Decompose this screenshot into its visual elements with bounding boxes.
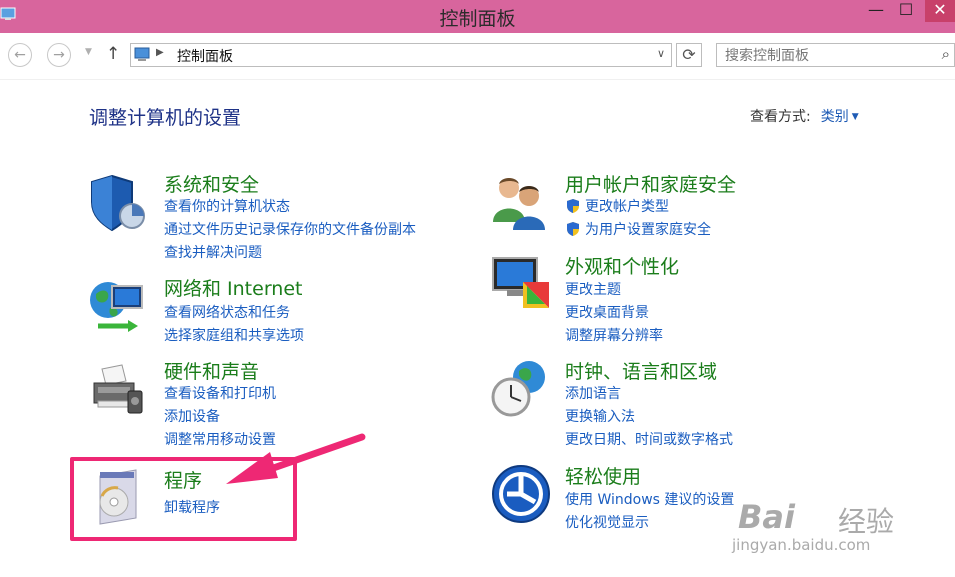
link-view-computer-status[interactable]: 查看你的计算机状态: [164, 196, 290, 216]
link-optimize-visual-display[interactable]: 优化视觉显示: [565, 512, 649, 532]
link-change-input-method[interactable]: 更换输入法: [565, 406, 635, 426]
printer-icon[interactable]: [88, 357, 152, 421]
navigation-bar: ← → ▼ ↑ ▶ 控制面板 ∨ ⟳ ⌕: [0, 33, 955, 80]
breadcrumb-separator-icon[interactable]: ▶: [156, 47, 164, 58]
link-network-status[interactable]: 查看网络状态和任务: [164, 302, 290, 322]
category-title[interactable]: 外观和个性化: [565, 252, 679, 279]
close-button[interactable]: ✕: [925, 0, 955, 22]
address-dropdown-icon[interactable]: ∨: [657, 47, 665, 60]
link-change-theme[interactable]: 更改主题: [565, 279, 621, 299]
link-homegroup[interactable]: 选择家庭组和共享选项: [164, 325, 304, 345]
search-input[interactable]: [723, 46, 927, 66]
category-title[interactable]: 硬件和声音: [164, 357, 259, 384]
view-by: 查看方式: 类别 ▼: [750, 106, 859, 126]
clock-globe-icon[interactable]: [489, 357, 553, 421]
window-title: 控制面板: [439, 8, 516, 30]
link-windows-recommended-settings[interactable]: 使用 Windows 建议的设置: [565, 489, 734, 509]
link-text[interactable]: 更改帐户类型: [585, 199, 669, 215]
link-change-account-type[interactable]: 更改帐户类型: [565, 196, 669, 216]
refresh-button[interactable]: ⟳: [676, 43, 702, 67]
link-family-safety[interactable]: 为用户设置家庭安全: [565, 219, 711, 239]
uac-shield-icon: [567, 222, 579, 236]
category-title[interactable]: 时钟、语言和区域: [565, 357, 717, 384]
view-by-dropdown[interactable]: 类别: [821, 109, 849, 125]
link-file-history[interactable]: 通过文件历史记录保存你的文件备份副本: [164, 219, 416, 239]
search-box[interactable]: ⌕: [716, 43, 955, 67]
category-title[interactable]: 用户帐户和家庭安全: [565, 170, 736, 197]
link-add-language[interactable]: 添加语言: [565, 383, 621, 403]
title-bar: 控制面板 — ☐ ✕: [0, 0, 955, 33]
recent-locations-chevron-icon[interactable]: ▼: [85, 47, 92, 57]
shield-icon[interactable]: [88, 170, 152, 234]
link-text[interactable]: 为用户设置家庭安全: [585, 222, 711, 238]
link-troubleshoot[interactable]: 查找并解决问题: [164, 242, 262, 262]
link-mobility-settings[interactable]: 调整常用移动设置: [164, 429, 276, 449]
control-panel-icon: [134, 47, 150, 61]
link-add-device[interactable]: 添加设备: [164, 406, 220, 426]
uac-shield-icon: [567, 199, 579, 213]
appearance-icon[interactable]: [489, 252, 553, 316]
link-screen-resolution[interactable]: 调整屏幕分辨率: [565, 325, 663, 345]
ease-of-access-icon[interactable]: [489, 462, 553, 526]
users-icon[interactable]: [489, 170, 553, 234]
watermark-brand-cn: 经验: [838, 505, 895, 538]
category-title[interactable]: 系统和安全: [164, 170, 259, 197]
category-title[interactable]: 轻松使用: [565, 462, 641, 489]
watermark-url: jingyan.baidu.com: [732, 536, 871, 554]
up-arrow-icon[interactable]: ↑: [106, 44, 120, 64]
link-desktop-background[interactable]: 更改桌面背景: [565, 302, 649, 322]
breadcrumb-control-panel[interactable]: 控制面板: [177, 46, 233, 66]
link-date-time-format[interactable]: 更改日期、时间或数字格式: [565, 429, 733, 449]
watermark-brand: Bai: [738, 498, 795, 536]
back-button[interactable]: ←: [8, 43, 32, 67]
search-icon[interactable]: ⌕: [942, 45, 950, 63]
category-title[interactable]: 网络和 Internet: [164, 274, 302, 301]
address-bar[interactable]: ▶ 控制面板 ∨: [130, 43, 672, 67]
view-by-dropdown-arrow-icon[interactable]: ▼: [852, 112, 859, 122]
network-icon[interactable]: [88, 274, 152, 338]
maximize-button[interactable]: ☐: [888, 0, 924, 22]
link-devices-printers[interactable]: 查看设备和打印机: [164, 383, 276, 403]
view-by-label: 查看方式:: [750, 109, 811, 125]
forward-button[interactable]: →: [47, 43, 71, 67]
page-title: 调整计算机的设置: [89, 107, 242, 129]
annotation-highlight-box: [70, 457, 297, 541]
